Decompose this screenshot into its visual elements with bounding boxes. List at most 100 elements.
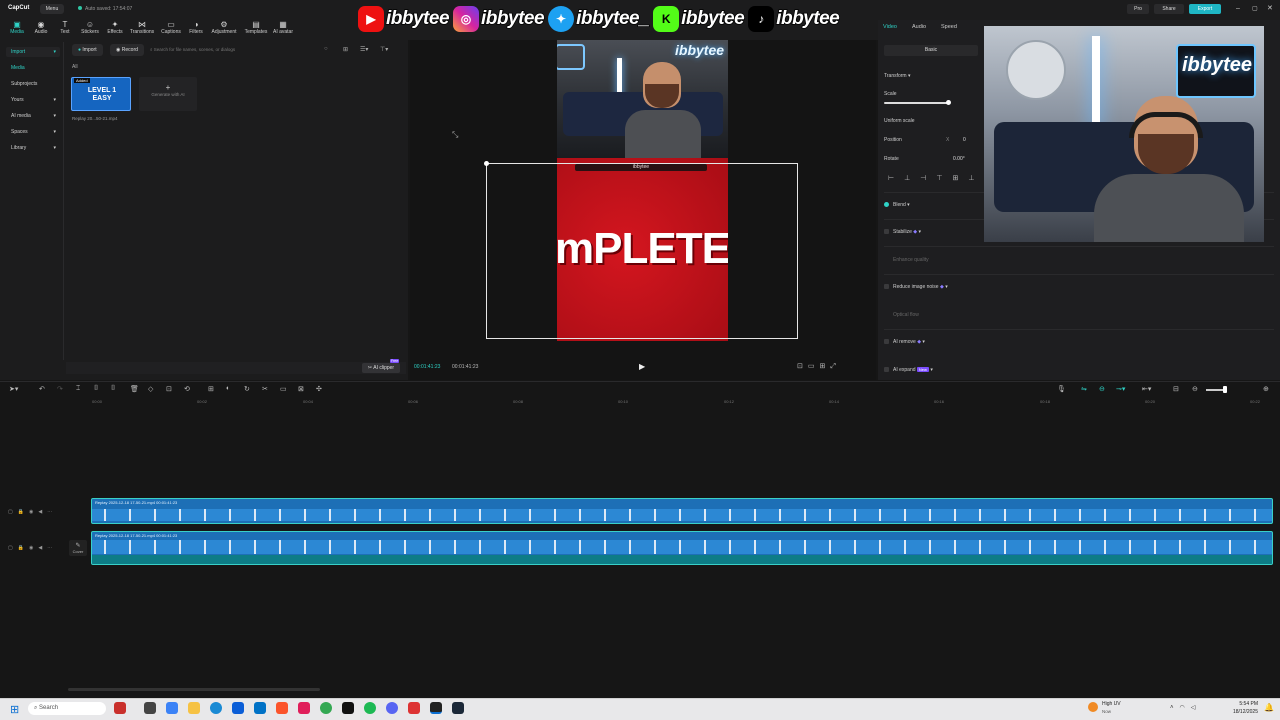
stabilize-row[interactable]: Stabilize ◆ ▾ [884, 229, 921, 235]
tool-audio[interactable]: ◉ Audio [32, 20, 50, 35]
preview-controls[interactable]: ⊡▭⊞⤢ [797, 362, 841, 371]
tab-speed[interactable]: Speed [941, 24, 957, 30]
grid-view-icon[interactable]: ⊞ [343, 46, 348, 53]
ai-expand-checkbox[interactable] [884, 367, 889, 373]
undo-icon[interactable]: ↶ [39, 385, 45, 393]
tool-captions[interactable]: ▭ Captions [158, 20, 184, 35]
marker-icon[interactable]: ◇ [148, 385, 153, 393]
nav-import[interactable]: Import ▾ [6, 47, 60, 57]
maximize-icon[interactable]: ▢ [1252, 5, 1258, 12]
app-icon-copilot[interactable] [166, 702, 178, 714]
sort-icon[interactable]: ☰▾ [360, 46, 368, 53]
outlook-icon[interactable] [254, 702, 266, 714]
track2-controls[interactable]: ▢🔒◉◀⋯ [8, 545, 57, 551]
blend-checkbox[interactable] [884, 202, 889, 208]
split-right-icon[interactable]: ⌷ [111, 385, 115, 393]
tool-stickers[interactable]: ☺ Stickers [78, 20, 102, 35]
nav-media[interactable]: Media [6, 63, 60, 73]
filter-all[interactable]: All [72, 64, 78, 70]
record-button[interactable]: ◉ Record [110, 44, 144, 56]
reduce-noise-row[interactable]: Reduce image noise ◆ ▾ [884, 284, 948, 290]
tool-text[interactable]: T Text [56, 20, 74, 35]
tool-templates[interactable]: ▤ Templates [241, 20, 271, 35]
scale-slider-thumb[interactable] [946, 100, 951, 105]
auto-reframe-icon[interactable]: ✂ [262, 385, 268, 393]
align-buttons[interactable]: ⊢⊥⊣⊤⊞⊥ [888, 174, 984, 182]
crop-icon[interactable]: ⊡ [166, 385, 172, 393]
cover-button[interactable]: ✎ Cover [69, 540, 87, 556]
media-search-input[interactable]: ⌕ Search for file names, scenes, or dial… [150, 45, 330, 55]
clock-time[interactable]: 5:54 PM [1234, 701, 1258, 707]
export-button[interactable]: Export [1189, 4, 1221, 14]
delete-icon[interactable]: 🗑 [130, 385, 139, 393]
chrome-icon[interactable] [320, 702, 332, 714]
rotate-icon[interactable]: ↻ [244, 385, 250, 393]
split-icon[interactable]: ⌶ [76, 385, 80, 393]
more-icon[interactable]: ✣ [316, 385, 322, 393]
discord-icon[interactable] [386, 702, 398, 714]
tool-media[interactable]: ▣ Media [8, 20, 26, 35]
app-icon-files[interactable] [144, 702, 156, 714]
capcut-taskbar-icon[interactable] [430, 702, 442, 714]
tab-video[interactable]: Video [883, 24, 897, 30]
redo-icon[interactable]: ↷ [57, 385, 63, 393]
mirror-icon[interactable]: ◐ [226, 385, 230, 392]
notification-icon[interactable]: 🔔 [1264, 703, 1274, 712]
subtitle-icon[interactable]: ▭ [280, 385, 287, 393]
ai-clipper-button[interactable]: ✂ AI clipper [362, 363, 400, 373]
rotate-input[interactable]: 0.00° [953, 156, 965, 162]
select-tool-icon[interactable]: ➤▾ [9, 385, 18, 393]
pro-button[interactable]: Pro [1127, 4, 1149, 14]
resize-handle[interactable] [484, 161, 489, 166]
zoom-fit-icon[interactable]: ⊟ [1173, 385, 1179, 393]
media-thumbnail[interactable]: Added LEVEL 1 EASY [71, 77, 131, 111]
snap-icon[interactable]: ⇤▾ [1142, 385, 1151, 393]
main-track-magnet-icon[interactable]: ⇋ [1081, 385, 1087, 393]
preview-axis-icon[interactable]: ⊸▾ [1116, 385, 1125, 393]
zoom-in-icon[interactable]: ⊕ [1263, 385, 1269, 393]
tab-audio[interactable]: Audio [912, 24, 926, 30]
link-icon[interactable]: ⊖ [1099, 385, 1105, 393]
tray-icons[interactable]: ˄◠◁ [1170, 704, 1201, 711]
timeline-scrollbar[interactable] [68, 688, 320, 691]
video-track-2-clip[interactable]: Replay 2025-12-18 17-50-21.mp4 00:01:41:… [91, 531, 1273, 565]
tool-filters[interactable]: ◑ Filters [186, 20, 206, 35]
stabilize-checkbox[interactable] [884, 229, 889, 235]
speed-icon[interactable]: ⟲ [184, 385, 190, 393]
app-icon-tool[interactable] [408, 702, 420, 714]
selection-box[interactable] [486, 163, 798, 339]
share-button[interactable]: Share [1154, 4, 1184, 14]
zoom-slider-thumb[interactable] [1223, 386, 1227, 393]
ai-remove-checkbox[interactable] [884, 339, 889, 345]
track1-controls[interactable]: ▢🔒◉◀⋯ [8, 509, 57, 515]
filter-icon[interactable]: ⊤▾ [380, 46, 388, 53]
store-icon[interactable] [232, 702, 244, 714]
spotify-icon[interactable] [364, 702, 376, 714]
file-explorer-icon[interactable] [188, 702, 200, 714]
ai-tools-icon[interactable]: ⊠ [298, 385, 304, 393]
app-icon-game[interactable] [114, 702, 126, 714]
tool-adjustment[interactable]: ⚙ Adjustment [208, 20, 240, 35]
weather-label[interactable]: High UV [1102, 701, 1121, 707]
reduce-noise-checkbox[interactable] [884, 284, 889, 290]
nav-ai-media[interactable]: AI media ▾ [6, 111, 60, 121]
minimize-icon[interactable]: – [1236, 5, 1240, 12]
nav-subprojects[interactable]: Subprojects [6, 79, 60, 89]
nav-yours[interactable]: Yours ▾ [6, 95, 60, 105]
generate-with-ai-button[interactable]: + Generate with AI [139, 77, 197, 111]
steam-icon[interactable] [452, 702, 464, 714]
brave-icon[interactable] [276, 702, 288, 714]
nav-spaces[interactable]: Spaces ▾ [6, 127, 60, 137]
play-icon[interactable]: ▶ [639, 362, 645, 371]
import-button[interactable]: ● Import [72, 44, 103, 56]
freeze-icon[interactable]: ⊞ [208, 385, 214, 393]
menu-button[interactable]: Menu [40, 4, 64, 14]
tool-ai-avatar[interactable]: ▦ AI avatar [271, 20, 295, 35]
zoom-out-icon[interactable]: ⊖ [1192, 385, 1198, 393]
position-x-input[interactable]: 0 [963, 137, 966, 143]
blend-row[interactable]: Blend ▾ [884, 202, 910, 208]
scale-slider[interactable] [884, 102, 950, 104]
tool-effects[interactable]: ✦ Effects [104, 20, 126, 35]
split-left-icon[interactable]: ⌷ [94, 385, 98, 393]
app-icon-terminal[interactable] [342, 702, 354, 714]
